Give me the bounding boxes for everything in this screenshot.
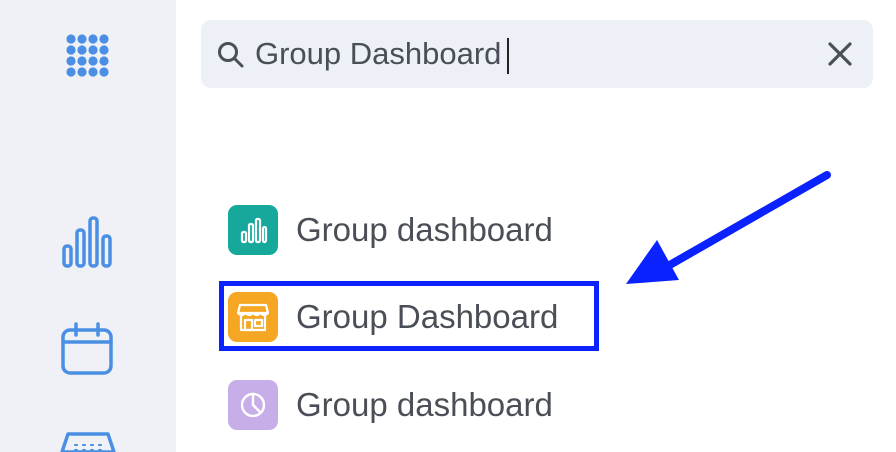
result-label: Group Dashboard bbox=[296, 298, 559, 335]
search-input[interactable] bbox=[255, 34, 795, 74]
bar-chart-icon[interactable] bbox=[60, 210, 114, 270]
result-item[interactable]: Group dashboard bbox=[228, 380, 553, 430]
sidebar bbox=[0, 0, 176, 452]
close-icon bbox=[828, 42, 852, 66]
calendar-icon[interactable] bbox=[60, 322, 114, 376]
clear-search-button[interactable] bbox=[822, 36, 858, 72]
result-item[interactable]: Group dashboard bbox=[228, 205, 553, 255]
result-label: Group dashboard bbox=[296, 211, 553, 248]
storefront-icon bbox=[228, 292, 278, 342]
search-bar bbox=[201, 20, 873, 88]
text-cursor bbox=[507, 38, 509, 74]
pie-chart-icon bbox=[228, 380, 278, 430]
search-icon bbox=[218, 42, 244, 68]
result-label: Group dashboard bbox=[296, 386, 553, 423]
apps-grid-icon[interactable] bbox=[64, 32, 110, 78]
bar-chart-icon bbox=[228, 205, 278, 255]
result-item-selected[interactable]: Group Dashboard bbox=[228, 292, 558, 342]
store-icon[interactable] bbox=[58, 430, 118, 452]
